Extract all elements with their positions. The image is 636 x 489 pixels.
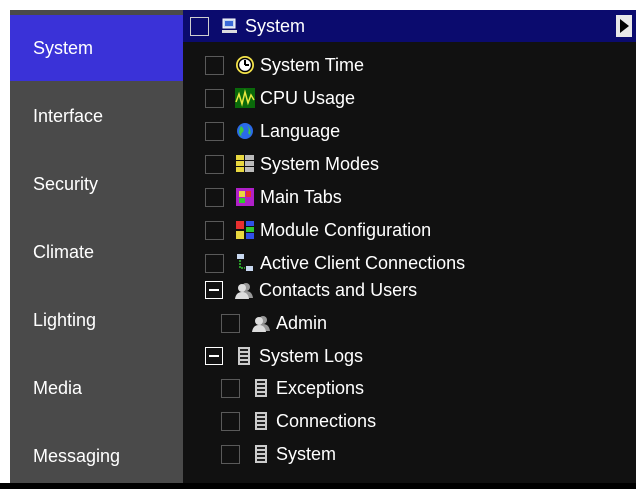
- sidebar: System Interface Security Climate Lighti…: [0, 0, 183, 483]
- tree-checkbox[interactable]: [221, 378, 240, 398]
- collapse-toggle[interactable]: [205, 347, 223, 365]
- sidebar-edge: [0, 0, 10, 483]
- user-icon: [250, 312, 272, 334]
- tree-item-main-tabs[interactable]: Main Tabs: [205, 182, 342, 212]
- network-icon: [234, 252, 256, 274]
- sidebar-item-system[interactable]: System: [10, 15, 183, 81]
- minus-icon: [209, 355, 219, 357]
- modes-icon: [234, 153, 256, 175]
- collapse-toggle[interactable]: [205, 281, 223, 299]
- tree-item-label: Exceptions: [276, 377, 365, 398]
- tree-checkbox[interactable]: [221, 444, 240, 464]
- app-window: System Interface Security Climate Lighti…: [0, 0, 636, 483]
- log-icon: [250, 443, 272, 465]
- tree-item-label: System Logs: [259, 345, 364, 366]
- sidebar-item-security[interactable]: Security: [10, 151, 183, 217]
- tree-checkbox[interactable]: [221, 411, 240, 431]
- log-icon: [250, 410, 272, 432]
- sidebar-item-label: Media: [33, 377, 83, 398]
- tree-checkbox[interactable]: [205, 121, 224, 141]
- tree-item-label: CPU Usage: [260, 87, 356, 108]
- tree-item-label: Connections: [276, 410, 377, 431]
- sidebar-item-lighting[interactable]: Lighting: [10, 287, 183, 353]
- sidebar-item-messaging[interactable]: Messaging: [10, 423, 183, 489]
- minus-icon: [209, 289, 219, 291]
- tabs-icon: [234, 186, 256, 208]
- log-icon: [250, 377, 272, 399]
- top-border: [183, 0, 636, 10]
- tree-panel: System System Time CPU Usage Language Sy…: [183, 10, 636, 483]
- sidebar-item-media[interactable]: Media: [10, 355, 183, 421]
- tree-checkbox[interactable]: [205, 253, 224, 273]
- sidebar-item-label: Interface: [33, 105, 104, 126]
- tree-item-label: System: [276, 443, 337, 464]
- tree-item-label: Active Client Connections: [260, 252, 466, 273]
- sidebar-item-label: System: [33, 37, 94, 58]
- tree-item-module-configuration[interactable]: Module Configuration: [205, 215, 431, 245]
- tree-item-admin[interactable]: Admin: [221, 308, 327, 338]
- tree-item-connections[interactable]: Connections: [221, 406, 376, 436]
- tree-item-label: Module Configuration: [260, 219, 432, 240]
- tree-item-label: Language: [260, 120, 341, 141]
- tree-checkbox[interactable]: [205, 88, 224, 108]
- globe-icon: [234, 120, 256, 142]
- sidebar-item-label: Messaging: [33, 445, 121, 466]
- tree-item-language[interactable]: Language: [205, 116, 340, 146]
- tree-item-cpu-usage[interactable]: CPU Usage: [205, 83, 355, 113]
- sidebar-item-interface[interactable]: Interface: [10, 83, 183, 149]
- tree-checkbox[interactable]: [205, 187, 224, 207]
- tree-item-label: System Modes: [260, 153, 380, 174]
- tree-checkbox[interactable]: [205, 154, 224, 174]
- tree-item-contacts-and-users[interactable]: Contacts and Users: [205, 275, 417, 305]
- tree-item-system-modes[interactable]: System Modes: [205, 149, 379, 179]
- tree-item-system-log[interactable]: System: [221, 439, 336, 469]
- module-icon: [234, 219, 256, 241]
- users-icon: [233, 279, 255, 301]
- sidebar-item-climate[interactable]: Climate: [10, 219, 183, 285]
- sidebar-item-label: Security: [33, 173, 99, 194]
- tree-item-label: System Time: [260, 54, 365, 75]
- tree-item-label: Main Tabs: [260, 186, 342, 207]
- log-icon: [233, 345, 255, 367]
- sidebar-top-band: [0, 0, 183, 10]
- tree-item-system-logs[interactable]: System Logs: [205, 341, 363, 371]
- tree-item-active-client-connections[interactable]: Active Client Connections: [205, 248, 465, 278]
- tree-checkbox[interactable]: [205, 220, 224, 240]
- tree-item-system-time[interactable]: System Time: [205, 50, 364, 80]
- computer-icon: [219, 15, 241, 37]
- tree-item-label: Contacts and Users: [259, 279, 418, 300]
- tree-checkbox[interactable]: [190, 16, 209, 36]
- tree-item-label: Admin: [276, 312, 328, 333]
- clock-icon: [234, 54, 256, 76]
- play-icon: [620, 19, 629, 33]
- tree-item-exceptions[interactable]: Exceptions: [221, 373, 364, 403]
- tree-checkbox[interactable]: [221, 313, 240, 333]
- sidebar-item-label: Climate: [33, 241, 95, 262]
- cpu-graph-icon: [234, 87, 256, 109]
- play-button[interactable]: [616, 15, 632, 37]
- tree-checkbox[interactable]: [205, 55, 224, 75]
- tree-root-system[interactable]: System: [190, 11, 305, 41]
- sidebar-item-label: Lighting: [33, 309, 97, 330]
- tree-item-label: System: [245, 15, 306, 36]
